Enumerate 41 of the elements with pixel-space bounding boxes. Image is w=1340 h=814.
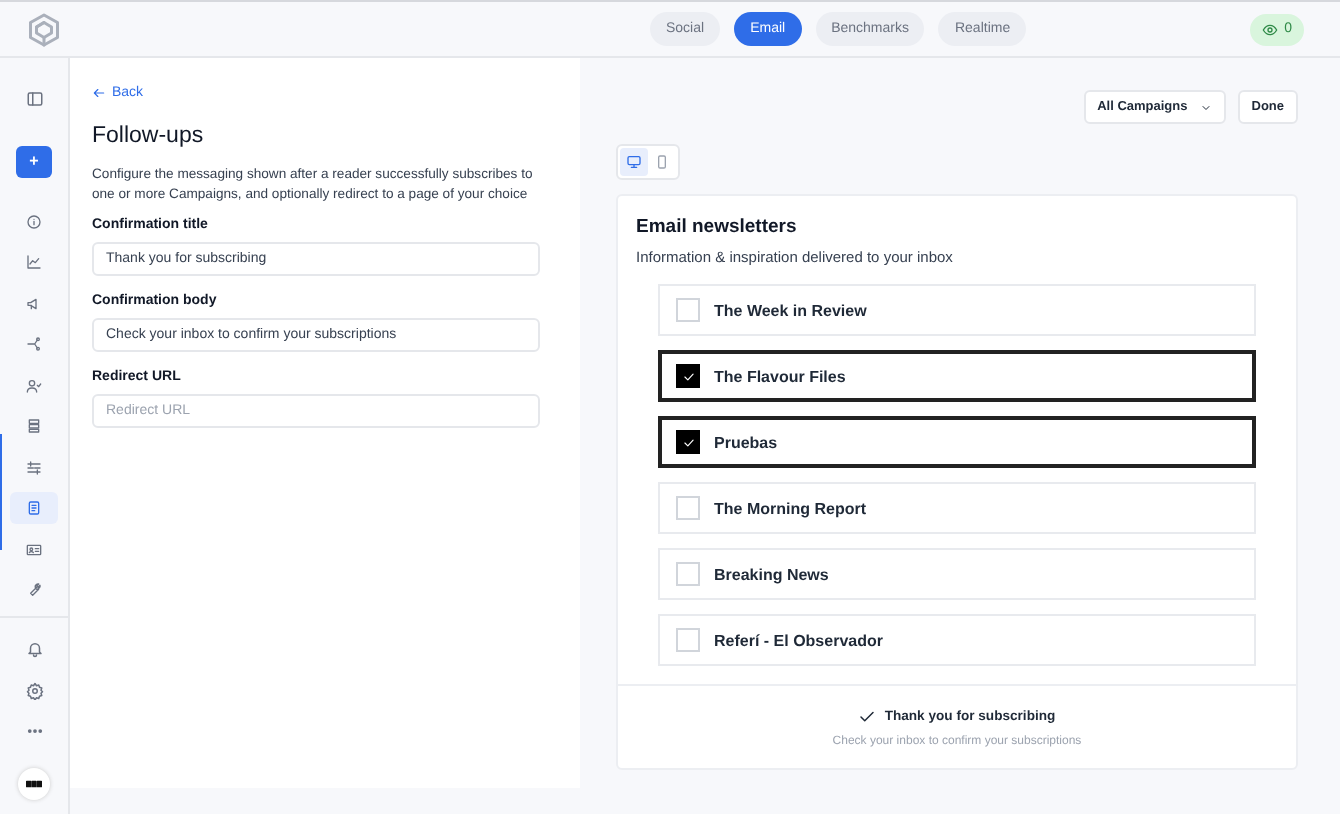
info-icon[interactable] bbox=[26, 213, 42, 229]
check-icon bbox=[681, 369, 695, 383]
monitor-icon bbox=[626, 154, 642, 170]
checkbox[interactable] bbox=[676, 430, 700, 454]
page-title: Follow-ups bbox=[92, 124, 206, 148]
newsletter-option[interactable]: The Flavour Files bbox=[658, 350, 1256, 402]
preview-title: Email newsletters bbox=[636, 216, 799, 238]
newsletter-option[interactable]: The Week in Review bbox=[658, 284, 1256, 336]
list-icon[interactable] bbox=[26, 418, 42, 434]
settings-icon[interactable] bbox=[25, 681, 43, 699]
newsletter-option[interactable]: Breaking News bbox=[658, 548, 1256, 600]
megaphone-icon[interactable] bbox=[26, 295, 42, 311]
newsletter-name: The Week in Review bbox=[714, 301, 867, 319]
sliders-icon[interactable] bbox=[26, 459, 42, 475]
bell-icon[interactable] bbox=[25, 640, 43, 658]
document-icon[interactable] bbox=[26, 500, 42, 516]
newsletter-option[interactable]: Pruebas bbox=[658, 416, 1256, 468]
newsletter-name: Breaking News bbox=[714, 565, 829, 583]
newsletter-name: Pruebas bbox=[714, 433, 778, 451]
dots-icon bbox=[22, 776, 46, 792]
newsletter-option[interactable]: Referí - El Observador bbox=[658, 614, 1256, 666]
newsletter-name: The Morning Report bbox=[714, 499, 866, 517]
sidebar-panel-icon[interactable] bbox=[25, 89, 43, 107]
phone-icon bbox=[654, 154, 670, 170]
check-icon bbox=[681, 435, 695, 449]
checkbox[interactable] bbox=[676, 364, 700, 388]
arrow-left-icon bbox=[92, 86, 106, 100]
add-button[interactable]: + bbox=[16, 145, 52, 177]
wrench-icon[interactable] bbox=[26, 582, 42, 598]
id-card-icon[interactable] bbox=[26, 541, 42, 557]
chevron-down-icon bbox=[1199, 101, 1212, 113]
users-icon[interactable] bbox=[26, 377, 42, 393]
avatar[interactable] bbox=[18, 768, 50, 800]
device-toggle[interactable] bbox=[620, 148, 648, 176]
newsletter-name: Referí - El Observador bbox=[714, 631, 883, 649]
check-icon bbox=[858, 707, 877, 725]
line-chart-icon[interactable] bbox=[26, 254, 42, 270]
eye-icon bbox=[1262, 21, 1279, 37]
newsletter-option[interactable]: The Morning Report bbox=[658, 482, 1256, 534]
share-icon[interactable] bbox=[26, 336, 42, 352]
newsletter-name: The Flavour Files bbox=[714, 367, 846, 385]
